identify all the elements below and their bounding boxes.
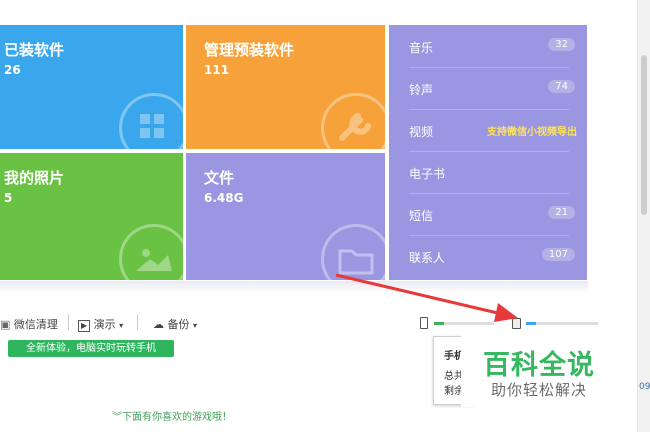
media-label: 联系人	[409, 251, 446, 265]
tiles-shadow	[0, 281, 588, 293]
media-label: 短信	[409, 209, 434, 223]
sd-card-icon	[512, 318, 521, 329]
media-item-ebooks[interactable]: 电子书	[409, 151, 569, 194]
cloud-icon: ☁	[153, 318, 164, 331]
broom-icon: ▣	[0, 318, 14, 331]
media-label: 视频	[409, 125, 434, 139]
media-count: 107	[541, 248, 575, 261]
demo-label: 演示	[93, 318, 116, 331]
wechat-clean-label: 微信清理	[13, 318, 58, 331]
scrollbar[interactable]: 09	[637, 0, 650, 432]
games-hint-text: 下面有你喜欢的游戏哦！	[122, 412, 232, 423]
apps-icon	[119, 93, 183, 149]
media-item-video[interactable]: 视频 支持微信小视频导出	[409, 109, 577, 152]
tile-value: 6.48G	[204, 191, 244, 205]
scrollbar-thumb[interactable]	[641, 55, 647, 215]
tile-installed-apps[interactable]: 已装软件 26	[0, 25, 183, 149]
feature-banner[interactable]: 全新体验，电脑实时玩转手机	[8, 340, 174, 357]
tile-value: 111	[204, 63, 230, 77]
toolbar-divider	[68, 314, 69, 330]
media-item-ringtones[interactable]: 铃声 74	[409, 67, 575, 110]
games-hint-link[interactable]: ︾下面有你喜欢的游戏哦！	[112, 408, 232, 423]
sd-storage-bar	[526, 322, 598, 325]
media-label: 电子书	[409, 167, 446, 181]
watermark-logo: 百科全说 助你轻松解决	[461, 329, 629, 407]
media-promo[interactable]: 支持微信小视频导出	[487, 123, 577, 138]
media-count: 32	[548, 38, 575, 51]
tile-my-photos[interactable]: 我的照片 5	[0, 153, 183, 280]
tile-value: 26	[4, 63, 21, 77]
toolbar-divider	[137, 314, 138, 330]
tile-files[interactable]: 文件 6.48G	[186, 153, 385, 280]
photo-icon	[119, 224, 183, 280]
double-chevron-down-icon: ︾	[112, 412, 122, 423]
media-item-music[interactable]: 音乐 32	[409, 25, 575, 68]
tile-label: 我的照片	[4, 169, 65, 187]
tile-label: 管理预装软件	[204, 41, 295, 59]
media-label: 音乐	[409, 41, 434, 55]
tile-label: 文件	[204, 169, 235, 187]
play-icon: ▶	[78, 320, 91, 332]
backup-button[interactable]: ☁ 备份 ▾	[153, 316, 197, 332]
media-count: 74	[548, 80, 575, 93]
media-panel: 音乐 32 铃声 74 视频 支持微信小视频导出 电子书 短信 21 联系人 1…	[389, 25, 587, 280]
media-item-sms[interactable]: 短信 21	[409, 193, 575, 236]
wrench-icon	[321, 93, 385, 149]
tile-manage-preinstalled[interactable]: 管理预装软件 111	[186, 25, 385, 149]
tile-value: 5	[4, 191, 13, 205]
demo-button[interactable]: ▶ 演示 ▾	[78, 316, 123, 332]
media-count: 21	[548, 206, 575, 219]
chevron-down-icon: ▾	[193, 321, 198, 330]
side-text: 09	[639, 382, 650, 392]
media-label: 铃声	[409, 83, 434, 97]
phone-storage-bar	[434, 322, 494, 325]
chevron-down-icon: ▾	[119, 321, 124, 330]
phone-storage-icon	[420, 317, 428, 329]
backup-label: 备份	[167, 318, 190, 331]
watermark-title: 百科全说	[483, 350, 595, 381]
wechat-clean-button[interactable]: ▣ 微信清理	[0, 316, 58, 332]
folder-icon	[321, 224, 385, 280]
media-item-contacts[interactable]: 联系人 107	[409, 235, 575, 277]
watermark-subtitle: 助你轻松解决	[491, 381, 588, 399]
tile-label: 已装软件	[4, 41, 65, 59]
